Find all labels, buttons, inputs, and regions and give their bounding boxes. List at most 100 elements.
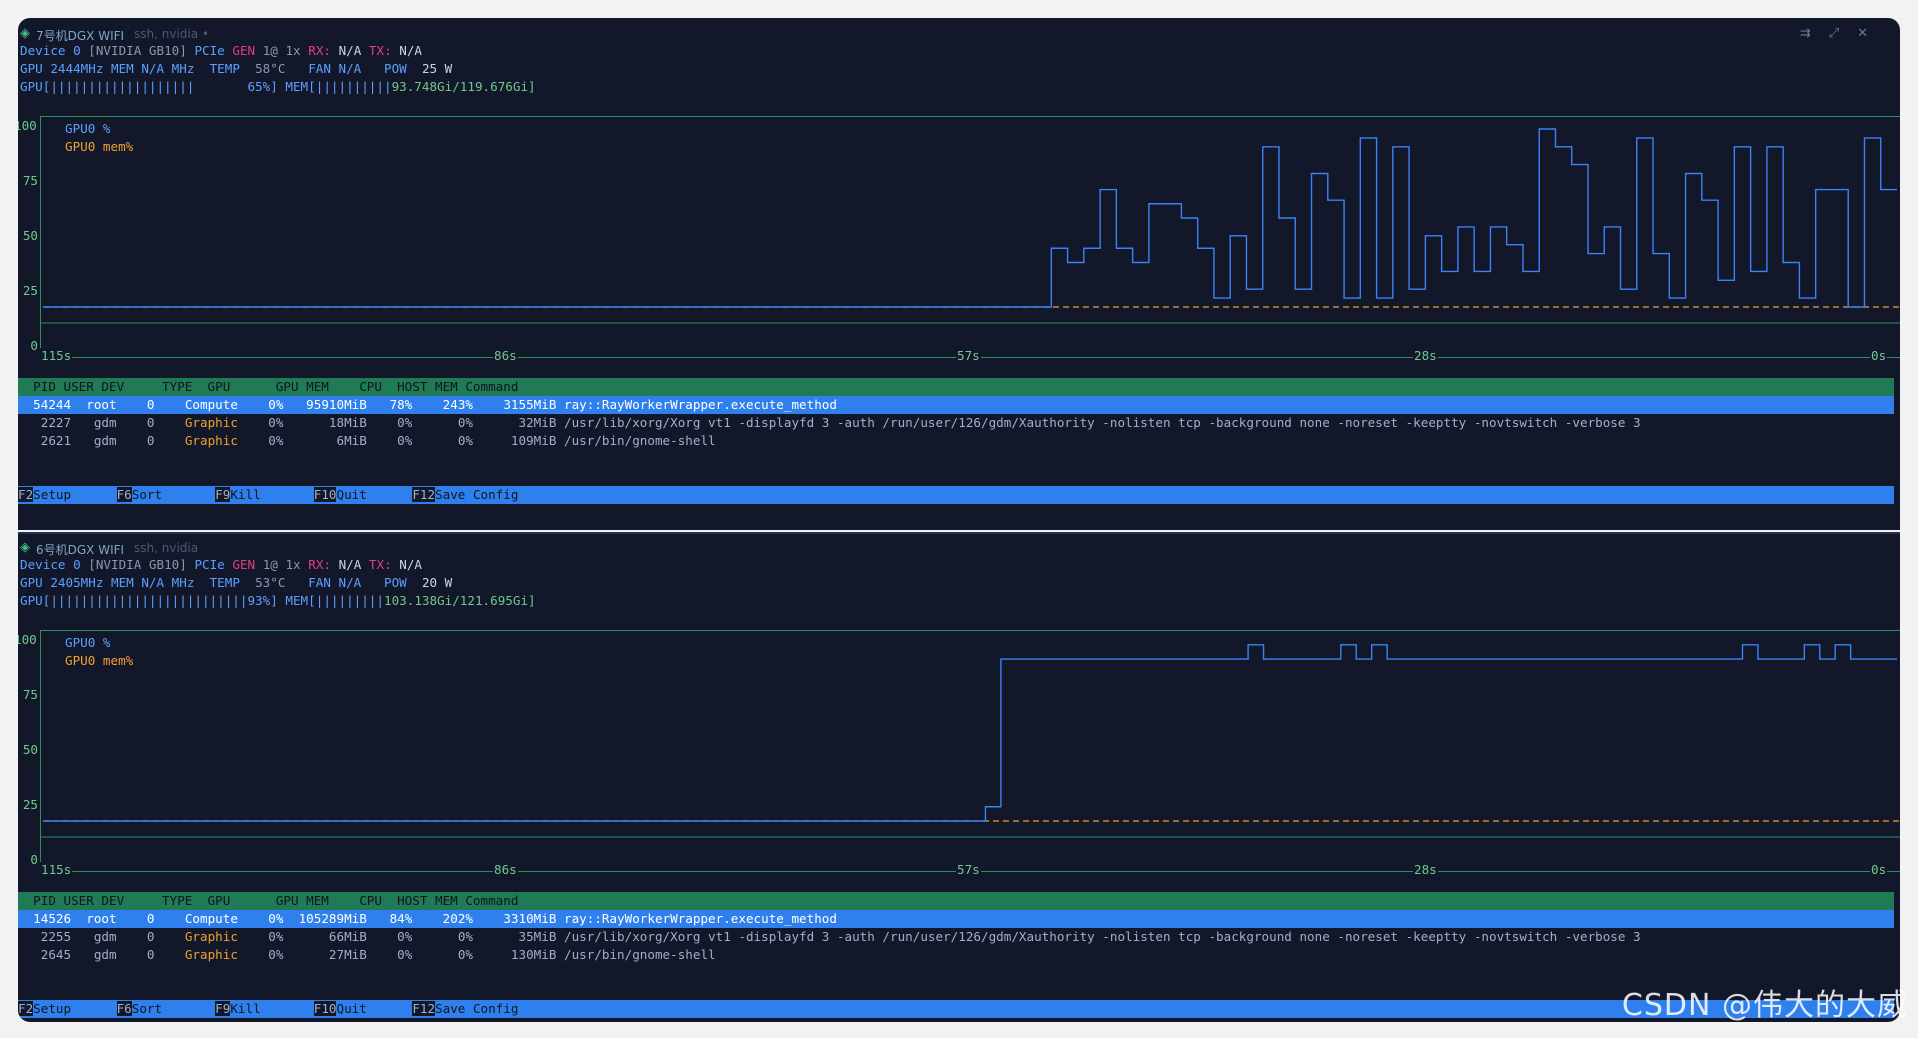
device-line: Device 0 [NVIDIA GB10] PCIe GEN 1@ 1x RX… <box>20 43 423 58</box>
cell-cpu: 0% <box>419 929 481 944</box>
fkey-label: Sort <box>131 487 216 502</box>
cell-cpu: 202% <box>419 911 481 926</box>
legend-gpu-mem: GPU0 mem% <box>65 139 134 154</box>
legend-gpu-util: GPU0 % <box>65 635 111 650</box>
cell-pid: 2621 <box>18 433 79 448</box>
gpu-history-graph: GPU0 % GPU0 mem% <box>40 116 1900 358</box>
device-line: Device 0 [NVIDIA GB10] PCIe GEN 1@ 1x RX… <box>20 557 423 572</box>
x-tick: 86s <box>493 862 518 877</box>
graph-svg <box>41 644 1900 838</box>
cell-gpumemp: 0% <box>374 947 420 962</box>
cell-gpumem: 27MiB <box>291 947 375 962</box>
y-tick: 50 <box>22 228 38 243</box>
fkey-f10[interactable]: F10 <box>313 1001 337 1016</box>
x-tick: 57s <box>956 862 981 877</box>
close-icon[interactable]: ✕ <box>1857 26 1886 41</box>
process-table-header: PID USER DEV TYPE GPU GPU MEM CPU HOST M… <box>18 378 1894 396</box>
cell-dev: 0 <box>124 433 163 448</box>
y-tick: 100 <box>18 118 37 133</box>
x-tick: 0s <box>1870 862 1888 877</box>
pane-subtitle: ssh, nvidia <box>134 541 199 555</box>
cell-gpumem: 66MiB <box>291 929 375 944</box>
usage-bars-line: GPU[||||||||||||||||||| 65%] MEM[|||||||… <box>20 79 536 94</box>
cell-command: ray::RayWorkerWrapper.execute_method <box>563 397 837 412</box>
cell-gpumem: 105289MiB <box>291 911 375 926</box>
cell-pid: 2227 <box>18 415 79 430</box>
cell-hostmem: 32MiB <box>480 415 564 430</box>
function-key-bar: F2Setup F6Sort F9Kill F10Quit F12Save Co… <box>18 1000 1894 1018</box>
cell-cpu: 243% <box>419 397 481 412</box>
cell-dev: 0 <box>124 929 163 944</box>
process-row[interactable]: 2621 gdm 0 Graphic 0% 6MiB 0% 0% 109MiB … <box>18 432 1894 450</box>
terminal-pane-2[interactable]: ◈ 6号机DGX WIFI ssh, nvidia Device 0 [NVID… <box>18 532 1900 1022</box>
graph-svg <box>41 128 1900 324</box>
fkey-f2[interactable]: F2 <box>18 1001 34 1016</box>
series-gpu-util-line <box>43 644 1897 822</box>
gpu-util-bar: GPU[||||||||||||||||||| 65%] <box>20 79 278 94</box>
cell-user: gdm <box>78 415 125 430</box>
cell-dev: 0 <box>124 415 163 430</box>
mem-usage-bar: ||||||||| <box>315 593 384 608</box>
function-key-bar: F2Setup F6Sort F9Kill F10Quit F12Save Co… <box>18 486 1894 504</box>
x-tick: 28s <box>1413 862 1438 877</box>
fkey-f6[interactable]: F6 <box>116 487 132 502</box>
cell-user: gdm <box>78 433 125 448</box>
cell-pid: 2645 <box>18 947 79 962</box>
x-tick: 115s <box>40 348 73 363</box>
process-row[interactable]: 2645 gdm 0 Graphic 0% 27MiB 0% 0% 130MiB… <box>18 946 1894 964</box>
x-tick: 86s <box>493 348 518 363</box>
cell-user: root <box>78 397 125 412</box>
cell-user: gdm <box>78 947 125 962</box>
cell-gpu: 0% <box>245 397 291 412</box>
process-row[interactable]: 14526 root 0 Compute 0% 105289MiB 84% 20… <box>18 910 1894 928</box>
fkey-f9[interactable]: F9 <box>215 487 231 502</box>
y-tick: 25 <box>22 797 38 812</box>
process-row[interactable]: 54244 root 0 Compute 0% 95910MiB 78% 243… <box>18 396 1894 414</box>
cell-type: Graphic <box>162 947 246 962</box>
cell-type: Graphic <box>162 929 246 944</box>
fkey-label: Sort <box>131 1001 216 1016</box>
fkey-f6[interactable]: F6 <box>116 1001 132 1016</box>
cell-user: root <box>78 911 125 926</box>
y-tick: 0 <box>30 338 38 353</box>
fkey-f12[interactable]: F12 <box>412 1001 436 1016</box>
fkey-f12[interactable]: F12 <box>412 487 436 502</box>
cell-hostmem: 3310MiB <box>480 911 564 926</box>
cell-dev: 0 <box>124 911 163 926</box>
terminal-pane-1[interactable]: ◈ 7号机DGX WIFI ssh, nvidia • ⇉⤢✕ Device 0… <box>18 18 1900 530</box>
cell-gpu: 0% <box>245 911 291 926</box>
fkey-label: Save Config <box>435 487 527 502</box>
cell-gpu: 0% <box>245 947 291 962</box>
watermark: CSDN @伟大的大威 <box>1621 988 1908 1023</box>
cell-dev: 0 <box>124 947 163 962</box>
fkey-f10[interactable]: F10 <box>313 487 337 502</box>
fkey-f9[interactable]: F9 <box>215 1001 231 1016</box>
fkey-label: Setup <box>33 1001 117 1016</box>
x-tick: 28s <box>1413 348 1438 363</box>
stats-line: GPU 2444MHz MEM N/A MHz TEMP 58°C FAN N/… <box>20 61 453 76</box>
pane-subtitle: ssh, nvidia • <box>134 27 209 41</box>
cell-hostmem: 109MiB <box>480 433 564 448</box>
fkey-label: Quit <box>336 487 413 502</box>
window-buttons: ⇉⤢✕ <box>1800 26 1886 41</box>
cell-gpu: 0% <box>245 433 291 448</box>
x-tick: 115s <box>40 862 73 877</box>
cell-cpu: 0% <box>419 947 481 962</box>
cell-gpumemp: 0% <box>374 415 420 430</box>
cell-dev: 0 <box>124 397 163 412</box>
cell-cpu: 0% <box>419 415 481 430</box>
legend-gpu-util: GPU0 % <box>65 121 111 136</box>
cell-pid: 14526 <box>18 911 79 926</box>
cell-command: /usr/bin/gnome-shell <box>563 433 716 448</box>
cell-gpu: 0% <box>245 415 291 430</box>
stats-line: GPU 2405MHz MEM N/A MHz TEMP 53°C FAN N/… <box>20 575 453 590</box>
usage-bars-line: GPU[||||||||||||||||||||||||||93%] MEM[|… <box>20 593 536 608</box>
cell-command: ray::RayWorkerWrapper.execute_method <box>563 911 837 926</box>
y-tick: 100 <box>18 632 37 647</box>
process-row[interactable]: 2227 gdm 0 Graphic 0% 18MiB 0% 0% 32MiB … <box>18 414 1894 432</box>
maximize-icon[interactable]: ⤢ <box>1829 26 1857 41</box>
split-pane-icon[interactable]: ⇉ <box>1800 26 1829 41</box>
process-row[interactable]: 2255 gdm 0 Graphic 0% 66MiB 0% 0% 35MiB … <box>18 928 1894 946</box>
cell-gpumem: 95910MiB <box>291 397 375 412</box>
fkey-f2[interactable]: F2 <box>18 487 34 502</box>
